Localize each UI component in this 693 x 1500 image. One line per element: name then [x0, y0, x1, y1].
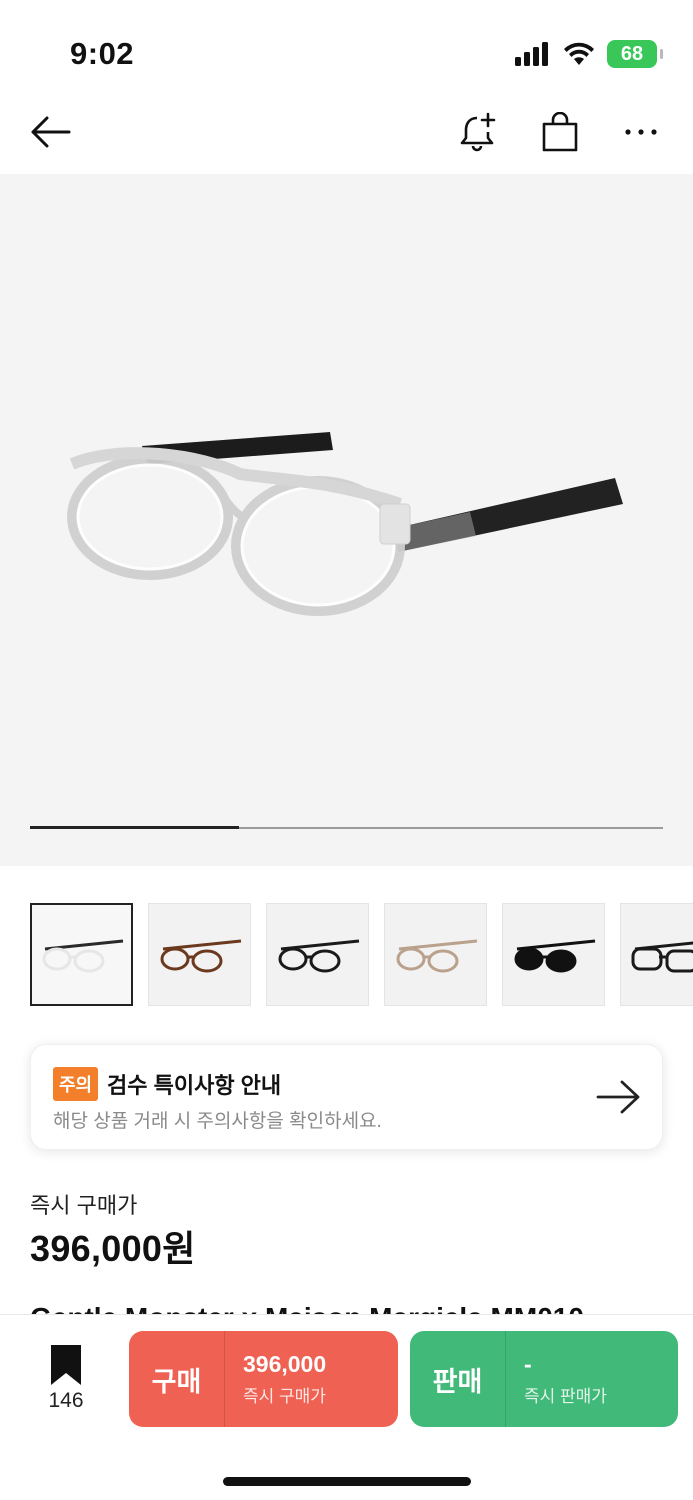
- status-time: 9:02: [70, 36, 135, 71]
- wishlist-button[interactable]: 146: [40, 1345, 92, 1413]
- status-bar: 9:02 68: [0, 0, 693, 100]
- shopping-bag-icon: [542, 112, 578, 152]
- home-indicator[interactable]: [223, 1477, 471, 1486]
- shopping-bag-button[interactable]: [528, 100, 592, 164]
- bottom-action-bar: 146 구매 396,000 즉시 구매가 판매 - 즉시 판매가: [0, 1314, 693, 1500]
- sell-price: -: [524, 1351, 532, 1377]
- thumbnail-black-sunglasses[interactable]: [502, 903, 605, 1006]
- thumbnail-black-frame[interactable]: [266, 903, 369, 1006]
- product-image: [67, 432, 623, 616]
- buy-sub-label: 즉시 구매가: [243, 1387, 326, 1406]
- status-icons: 68: [515, 40, 663, 68]
- buy-label: 구매: [129, 1331, 225, 1427]
- notice-subtitle: 해당 상품 거래 시 주의사항을 확인하세요.: [53, 1111, 382, 1132]
- buy-price: 396,000: [243, 1351, 327, 1377]
- more-icon: [625, 129, 657, 135]
- notification-add-button[interactable]: [446, 100, 510, 164]
- instant-buy-price: 396,000원: [30, 1228, 196, 1269]
- bookmark-icon: [51, 1345, 81, 1385]
- bell-plus-icon: [460, 112, 496, 152]
- battery-charging-icon: 68: [607, 40, 663, 68]
- inspection-notice-card[interactable]: 주의 검수 특이사항 안내 해당 상품 거래 시 주의사항을 확인하세요.: [30, 1044, 663, 1150]
- gallery-progress-track: [30, 826, 663, 829]
- gallery-progress-indicator: [30, 826, 239, 829]
- sell-label: 판매: [410, 1331, 506, 1427]
- top-nav: [0, 100, 693, 174]
- thumbnail-tortoise-frame[interactable]: [148, 903, 251, 1006]
- sell-button[interactable]: 판매 - 즉시 판매가: [410, 1331, 678, 1427]
- glasses-thumbnail-image: [514, 939, 595, 972]
- wifi-icon: [564, 42, 594, 65]
- glasses-thumbnail-image: [278, 939, 359, 972]
- thumbnail-clear-frame[interactable]: [30, 903, 133, 1006]
- back-arrow-icon: [31, 116, 71, 148]
- buy-button[interactable]: 구매 396,000 즉시 구매가: [129, 1331, 398, 1427]
- thumbnail-strip: [30, 903, 693, 1007]
- sell-sub-label: 즉시 판매가: [524, 1387, 607, 1406]
- thumbnail-black-rect-frame[interactable]: [620, 903, 693, 1006]
- glasses-thumbnail-image: [42, 939, 123, 972]
- wishlist-count: 146: [48, 1389, 84, 1412]
- more-button[interactable]: [609, 100, 673, 164]
- instant-buy-price-label: 즉시 구매가: [30, 1193, 138, 1218]
- product-image-gallery[interactable]: [0, 174, 693, 866]
- battery-level: 68: [620, 42, 644, 65]
- sell-info: - 즉시 판매가: [506, 1331, 607, 1427]
- arrow-right-icon: [596, 1080, 640, 1114]
- buy-info: 396,000 즉시 구매가: [225, 1331, 326, 1427]
- thumbnail-beige-frame[interactable]: [384, 903, 487, 1006]
- back-button[interactable]: [18, 100, 82, 164]
- glasses-thumbnail-image: [396, 939, 477, 972]
- glasses-thumbnail-image: [160, 939, 241, 972]
- cellular-signal-icon: [515, 42, 548, 66]
- notice-title: 검수 특이사항 안내: [107, 1073, 282, 1098]
- glasses-thumbnail-image: [631, 940, 693, 972]
- caution-badge: 주의: [53, 1067, 99, 1101]
